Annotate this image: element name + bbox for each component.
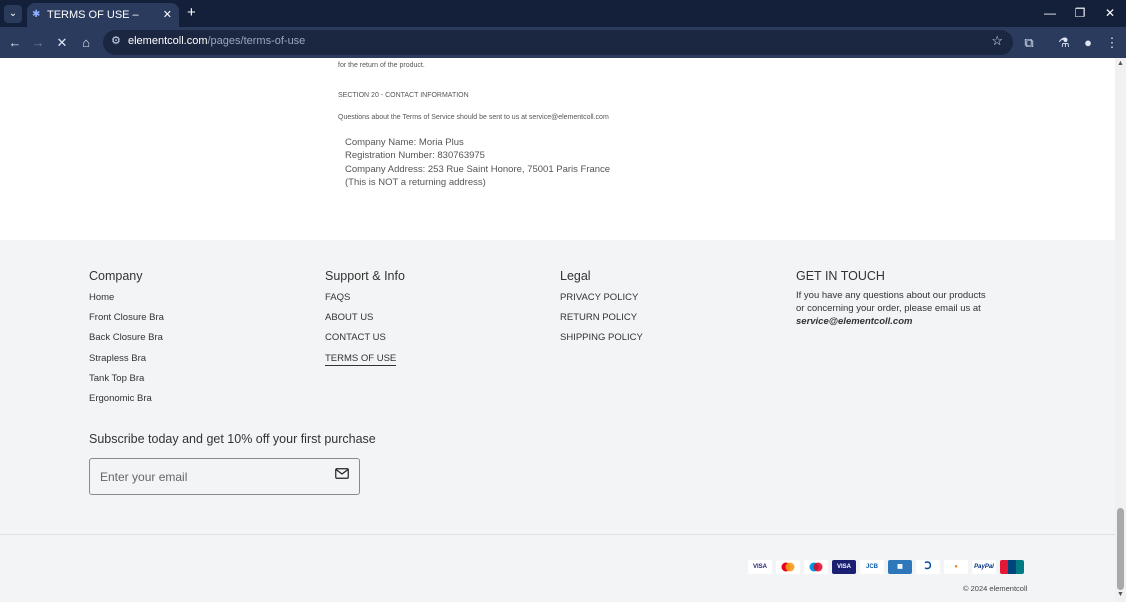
- not-returning-note: (This is NOT a returning address): [345, 176, 486, 188]
- bookmark-star-icon[interactable]: ☆: [991, 33, 1003, 49]
- site-favicon-icon: ✱: [32, 9, 41, 20]
- footer-link-faqs[interactable]: FAQS: [325, 292, 350, 303]
- get-in-touch-heading: GET IN TOUCH: [796, 269, 885, 283]
- unionpay-payment-icon: [1000, 560, 1024, 574]
- mail-submit-icon[interactable]: [335, 468, 349, 479]
- profile-avatar-icon[interactable]: ●: [1079, 34, 1097, 52]
- support-heading: Support & Info: [325, 269, 405, 283]
- footer-link-ergonomic-bra[interactable]: Ergonomic Bra: [89, 393, 152, 404]
- maestro-payment-icon: [804, 560, 828, 574]
- scroll-thumb[interactable]: [1117, 508, 1124, 590]
- tab-close-icon[interactable]: ✕: [163, 3, 172, 27]
- visa-electron-payment-icon: VISA: [832, 560, 856, 574]
- browser-tab[interactable]: ✱ TERMS OF USE – elementcoll ✕: [27, 3, 179, 45]
- footer-link-shipping-policy[interactable]: SHIPPING POLICY: [560, 332, 643, 343]
- footer-link-strapless-bra[interactable]: Strapless Bra: [89, 353, 146, 364]
- footer-link-back-closure-bra[interactable]: Back Closure Bra: [89, 332, 163, 343]
- address-bar[interactable]: ⚙ elementcoll.com/pages/terms-of-use ☆: [103, 30, 1013, 55]
- address-line: Company Address: 253 Rue Saint Honore, 7…: [345, 163, 611, 175]
- newsletter-email-input[interactable]: [100, 467, 320, 487]
- new-tab-icon[interactable]: +: [187, 5, 196, 21]
- get-in-touch-body: If you have any questions about our prod…: [796, 290, 986, 314]
- footer-divider: [0, 534, 1115, 535]
- registration-line: Registration Number: 830763975: [345, 150, 485, 162]
- forward-icon[interactable]: →: [29, 34, 47, 52]
- site-footer: Company Home Front Closure Bra Back Clos…: [0, 240, 1115, 602]
- newsletter-form: [89, 458, 360, 495]
- jcb-payment-icon: JCB: [860, 560, 884, 574]
- browser-menu-icon[interactable]: ⋮: [1103, 34, 1121, 52]
- diners-payment-icon: Ↄ: [916, 560, 940, 574]
- back-icon[interactable]: ←: [6, 34, 24, 52]
- scroll-up-icon[interactable]: ▲: [1117, 60, 1124, 67]
- page-viewport: the return of the product should be sent…: [0, 58, 1115, 602]
- home-icon[interactable]: ⌂: [77, 34, 95, 52]
- browser-toolbar: ← → ✕ ⌂ ⚙ elementcoll.com/pages/terms-of…: [0, 27, 1126, 58]
- footer-link-tank-top-bra[interactable]: Tank Top Bra: [89, 373, 144, 384]
- amex-payment-icon: ▦: [888, 560, 912, 574]
- footer-link-privacy-policy[interactable]: PRIVACY POLICY: [560, 292, 638, 303]
- footer-link-contact-us[interactable]: CONTACT US: [325, 332, 386, 343]
- company-name-line: Company Name: Moria Plus: [345, 137, 464, 148]
- minimize-icon[interactable]: —: [1040, 5, 1060, 21]
- paypal-payment-icon: PayPal: [972, 560, 996, 574]
- legal-heading: Legal: [560, 269, 591, 283]
- stop-loading-icon[interactable]: ✕: [53, 34, 71, 52]
- contact-email-link[interactable]: service@elementcoll.com: [796, 316, 912, 327]
- subscribe-heading: Subscribe today and get 10% off your fir…: [89, 432, 376, 446]
- browser-tab-strip: ⌄ ✱ TERMS OF USE – elementcoll ✕ + — ❐ ✕: [0, 0, 1126, 45]
- scroll-down-icon[interactable]: ▼: [1117, 591, 1124, 598]
- tab-list-button[interactable]: ⌄: [4, 5, 22, 23]
- get-in-touch-text: If you have any questions about our prod…: [796, 290, 996, 328]
- company-heading: Company: [89, 269, 143, 283]
- footer-link-home[interactable]: Home: [89, 292, 114, 303]
- footer-link-about-us[interactable]: ABOUT US: [325, 312, 373, 323]
- page-scrollbar[interactable]: ▲ ▼: [1115, 58, 1126, 602]
- window-close-icon[interactable]: ✕: [1100, 5, 1120, 21]
- discover-payment-icon: ●: [944, 560, 968, 574]
- restore-icon[interactable]: ❐: [1070, 5, 1090, 21]
- company-info-block: Company Name: Moria Plus Registration Nu…: [345, 136, 610, 189]
- footer-link-front-closure-bra[interactable]: Front Closure Bra: [89, 312, 164, 323]
- url-path: /pages/terms-of-use: [207, 35, 306, 47]
- site-info-icon[interactable]: ⚙: [111, 34, 121, 47]
- section-heading: SECTION 20 - CONTACT INFORMATION: [338, 92, 469, 99]
- footer-link-return-policy[interactable]: RETURN POLICY: [560, 312, 637, 323]
- footer-link-terms-of-use[interactable]: TERMS OF USE: [325, 353, 397, 366]
- extensions-icon[interactable]: ⧉: [1020, 34, 1038, 52]
- mastercard-payment-icon: [776, 560, 800, 574]
- policy-cut-line: for the return of the product.: [338, 62, 425, 69]
- copyright-text: © 2024 elementcoll: [963, 584, 1028, 593]
- lab-icon[interactable]: ⚗: [1055, 34, 1073, 52]
- url-host: elementcoll.com: [128, 35, 208, 47]
- visa-payment-icon: VISA: [748, 560, 772, 574]
- questions-line: Questions about the Terms of Service sho…: [338, 114, 609, 121]
